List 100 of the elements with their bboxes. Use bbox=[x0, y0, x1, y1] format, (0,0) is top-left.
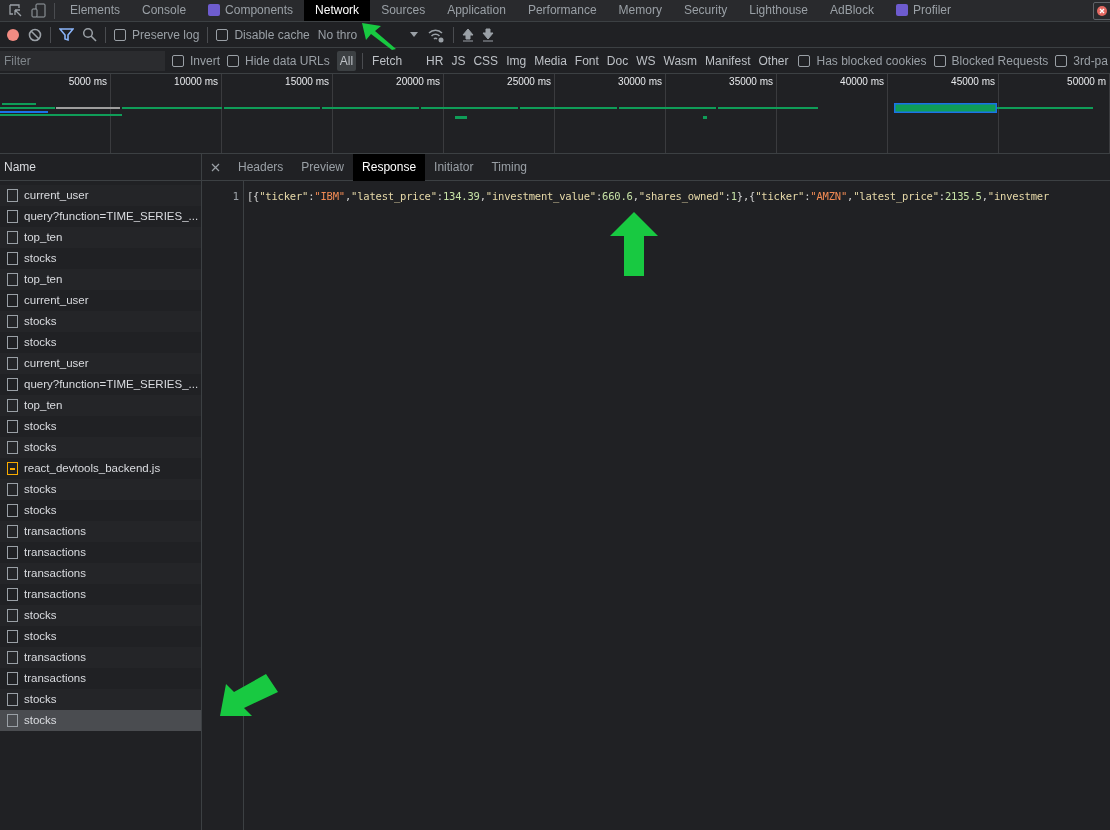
detail-tab[interactable]: Response bbox=[353, 153, 426, 181]
document-icon[interactable] bbox=[7, 294, 18, 307]
type-filter[interactable]: JS bbox=[448, 50, 469, 71]
request-row[interactable]: stocks bbox=[0, 416, 201, 437]
type-filter[interactable]: Media bbox=[531, 50, 570, 71]
document-icon[interactable] bbox=[7, 525, 18, 538]
request-row[interactable]: current_user bbox=[0, 185, 201, 206]
upload-icon[interactable] bbox=[462, 27, 475, 42]
document-icon[interactable] bbox=[7, 714, 18, 727]
script-file-icon[interactable] bbox=[7, 462, 18, 475]
document-icon[interactable] bbox=[7, 420, 18, 433]
request-row[interactable]: transactions bbox=[0, 584, 201, 605]
document-icon[interactable] bbox=[7, 357, 18, 370]
document-icon[interactable] bbox=[7, 273, 18, 286]
checkbox[interactable] bbox=[172, 54, 184, 67]
request-row[interactable]: stocks bbox=[0, 626, 201, 647]
column-header[interactable]: Name bbox=[0, 154, 201, 181]
document-icon[interactable] bbox=[7, 189, 18, 202]
type-filter[interactable]: Font bbox=[571, 50, 602, 71]
type-filter[interactable]: Doc bbox=[603, 50, 632, 71]
type-filter[interactable]: Manifest bbox=[702, 50, 754, 71]
detail-tab[interactable]: Headers bbox=[229, 153, 293, 181]
request-row[interactable]: query?function=TIME_SERIES_... bbox=[0, 206, 201, 227]
checkbox[interactable] bbox=[114, 28, 126, 41]
checkbox[interactable] bbox=[227, 54, 239, 67]
document-icon[interactable] bbox=[7, 651, 18, 664]
panel-tab[interactable]: Lighthouse bbox=[738, 0, 819, 21]
document-icon[interactable] bbox=[7, 630, 18, 643]
request-row[interactable]: stocks bbox=[0, 437, 201, 458]
panel-tab[interactable]: Components bbox=[197, 0, 305, 21]
type-filter[interactable]: WS bbox=[633, 50, 659, 71]
network-conditions-icon[interactable] bbox=[427, 26, 446, 43]
detail-tab[interactable]: Initiator bbox=[425, 153, 483, 181]
request-row[interactable]: stocks bbox=[0, 248, 201, 269]
request-row[interactable]: transactions bbox=[0, 668, 201, 689]
checkbox[interactable] bbox=[216, 28, 229, 41]
request-row[interactable]: stocks bbox=[0, 311, 201, 332]
type-filter[interactable]: Other bbox=[755, 50, 792, 71]
caret-icon[interactable] bbox=[409, 30, 420, 39]
download-icon[interactable] bbox=[482, 27, 495, 42]
panel-tab[interactable]: Console bbox=[131, 0, 198, 21]
type-filter[interactable]: Img bbox=[503, 50, 530, 71]
panel-tab[interactable]: AdBlock bbox=[819, 0, 886, 21]
error-badge[interactable] bbox=[1093, 1, 1110, 20]
checkbox[interactable] bbox=[933, 54, 946, 67]
checkbox[interactable] bbox=[1055, 54, 1068, 67]
document-icon[interactable] bbox=[7, 693, 18, 706]
request-row[interactable]: current_user bbox=[0, 290, 201, 311]
device-icon[interactable] bbox=[31, 3, 46, 18]
panel-tab[interactable]: Memory bbox=[607, 0, 673, 21]
panel-tab[interactable]: Sources bbox=[370, 0, 437, 21]
document-icon[interactable] bbox=[7, 441, 18, 454]
panel-tab[interactable]: Network bbox=[304, 0, 371, 21]
throttling-dropdown[interactable]: No thro bbox=[317, 25, 358, 44]
detail-tab[interactable]: Preview bbox=[292, 153, 354, 181]
request-row[interactable]: react_devtools_backend.js bbox=[0, 458, 201, 479]
document-icon[interactable] bbox=[7, 546, 18, 559]
request-row[interactable]: current_user bbox=[0, 353, 201, 374]
document-icon[interactable] bbox=[7, 210, 18, 223]
document-icon[interactable] bbox=[7, 252, 18, 265]
request-row[interactable]: stocks bbox=[0, 710, 201, 731]
document-icon[interactable] bbox=[7, 609, 18, 622]
panel-tab[interactable]: Profiler bbox=[885, 0, 963, 21]
inspect-icon[interactable] bbox=[8, 3, 23, 18]
request-row[interactable]: top_ten bbox=[0, 269, 201, 290]
request-row[interactable]: stocks bbox=[0, 500, 201, 521]
request-row[interactable]: top_ten bbox=[0, 395, 201, 416]
document-icon[interactable] bbox=[7, 504, 18, 517]
document-icon[interactable] bbox=[7, 231, 18, 244]
document-icon[interactable] bbox=[7, 399, 18, 412]
type-filter[interactable]: Wasm bbox=[660, 50, 701, 71]
record-icon[interactable] bbox=[6, 27, 20, 42]
request-row[interactable]: transactions bbox=[0, 647, 201, 668]
panel-tab[interactable]: Application bbox=[436, 0, 517, 21]
clear-icon[interactable] bbox=[28, 27, 42, 42]
document-icon[interactable] bbox=[7, 672, 18, 685]
request-row[interactable]: stocks bbox=[0, 689, 201, 710]
type-filter[interactable]: All bbox=[336, 50, 357, 71]
request-row[interactable]: stocks bbox=[0, 605, 201, 626]
request-row[interactable]: transactions bbox=[0, 521, 201, 542]
request-row[interactable]: stocks bbox=[0, 332, 201, 353]
request-row[interactable]: transactions bbox=[0, 542, 201, 563]
filter-icon[interactable] bbox=[59, 27, 74, 42]
search-icon[interactable] bbox=[82, 27, 97, 42]
request-row[interactable]: stocks bbox=[0, 479, 201, 500]
detail-tab[interactable]: Timing bbox=[482, 153, 536, 181]
request-row[interactable]: transactions bbox=[0, 563, 201, 584]
panel-tab[interactable]: Performance bbox=[516, 0, 608, 21]
document-icon[interactable] bbox=[7, 483, 18, 496]
document-icon[interactable] bbox=[7, 588, 18, 601]
type-filter[interactable]: HR bbox=[423, 50, 447, 71]
document-icon[interactable] bbox=[7, 315, 18, 328]
close-icon[interactable] bbox=[211, 162, 220, 172]
document-icon[interactable] bbox=[7, 567, 18, 580]
panel-tab[interactable]: Elements bbox=[59, 0, 132, 21]
type-filter[interactable]: Fetch bbox=[369, 50, 406, 71]
type-filter[interactable]: CSS bbox=[470, 50, 502, 71]
checkbox[interactable] bbox=[798, 54, 811, 67]
request-row[interactable]: query?function=TIME_SERIES_... bbox=[0, 374, 201, 395]
document-icon[interactable] bbox=[7, 378, 18, 391]
